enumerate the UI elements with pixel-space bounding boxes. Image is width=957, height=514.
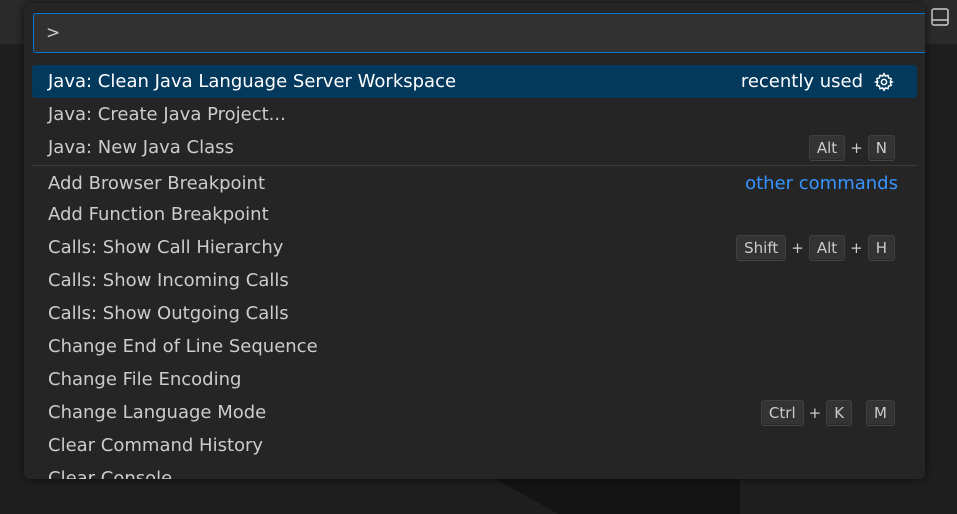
- command-list: Java: Clean Java Language Server Workspa…: [32, 65, 917, 479]
- command-label: Calls: Show Call Hierarchy: [48, 237, 284, 258]
- command-item[interactable]: Change End of Line Sequence: [32, 330, 917, 363]
- command-item[interactable]: Clear Command History: [32, 429, 917, 462]
- command-label: Java: Create Java Project...: [48, 104, 286, 125]
- gear-icon[interactable]: [873, 71, 895, 93]
- key-cap: M: [866, 399, 895, 426]
- command-item[interactable]: Change Language Mode Ctrl + K M: [32, 396, 917, 429]
- command-palette: Java: Clean Java Language Server Workspa…: [24, 3, 925, 479]
- keybinding: Alt + N: [808, 134, 895, 161]
- recently-used-label: recently used: [740, 71, 863, 92]
- command-item[interactable]: Java: Clean Java Language Server Workspa…: [32, 65, 917, 98]
- command-label: Add Function Breakpoint: [48, 204, 269, 225]
- keybinding: Shift + Alt + H: [736, 234, 895, 261]
- key-separator: +: [808, 403, 822, 422]
- command-label: Calls: Show Outgoing Calls: [48, 303, 289, 324]
- key-cap: N: [867, 134, 895, 161]
- key-cap: Alt: [808, 234, 846, 261]
- command-label: Clear Console: [48, 468, 173, 479]
- command-label: Change End of Line Sequence: [48, 336, 318, 357]
- key-separator: +: [850, 238, 863, 257]
- key-cap: Ctrl: [760, 399, 804, 426]
- command-label: Java: Clean Java Language Server Workspa…: [48, 71, 457, 92]
- command-item[interactable]: Add Browser Breakpoint other commands: [32, 167, 917, 200]
- key-separator: +: [850, 138, 863, 157]
- command-item[interactable]: Java: Create Java Project...: [32, 98, 917, 131]
- command-label: Change File Encoding: [48, 369, 242, 390]
- group-separator: [32, 165, 917, 166]
- command-item[interactable]: Clear Console: [32, 462, 917, 479]
- command-item[interactable]: Java: New Java Class Alt + N: [32, 131, 917, 164]
- command-item[interactable]: Change File Encoding: [32, 363, 917, 396]
- command-item[interactable]: Add Function Breakpoint: [32, 198, 917, 231]
- toggle-panel-icon[interactable]: [929, 6, 951, 28]
- command-meta: recently used: [741, 71, 895, 93]
- group-label: other commands: [745, 173, 898, 194]
- command-label: Change Language Mode: [48, 402, 267, 423]
- key-separator: +: [791, 238, 804, 257]
- command-label: Java: New Java Class: [48, 137, 234, 158]
- command-item[interactable]: Calls: Show Call Hierarchy Shift + Alt +…: [32, 231, 917, 264]
- key-cap: Alt: [808, 134, 846, 161]
- command-palette-input[interactable]: [33, 13, 925, 53]
- command-label: Clear Command History: [48, 435, 264, 456]
- key-cap: K: [826, 399, 853, 426]
- command-item[interactable]: Calls: Show Outgoing Calls: [32, 297, 917, 330]
- key-cap: Shift: [736, 234, 787, 261]
- command-label: Calls: Show Incoming Calls: [48, 270, 289, 291]
- keybinding: Ctrl + K M: [760, 399, 895, 426]
- key-cap: H: [867, 234, 895, 261]
- command-item[interactable]: Calls: Show Incoming Calls: [32, 264, 917, 297]
- command-label: Add Browser Breakpoint: [48, 173, 266, 194]
